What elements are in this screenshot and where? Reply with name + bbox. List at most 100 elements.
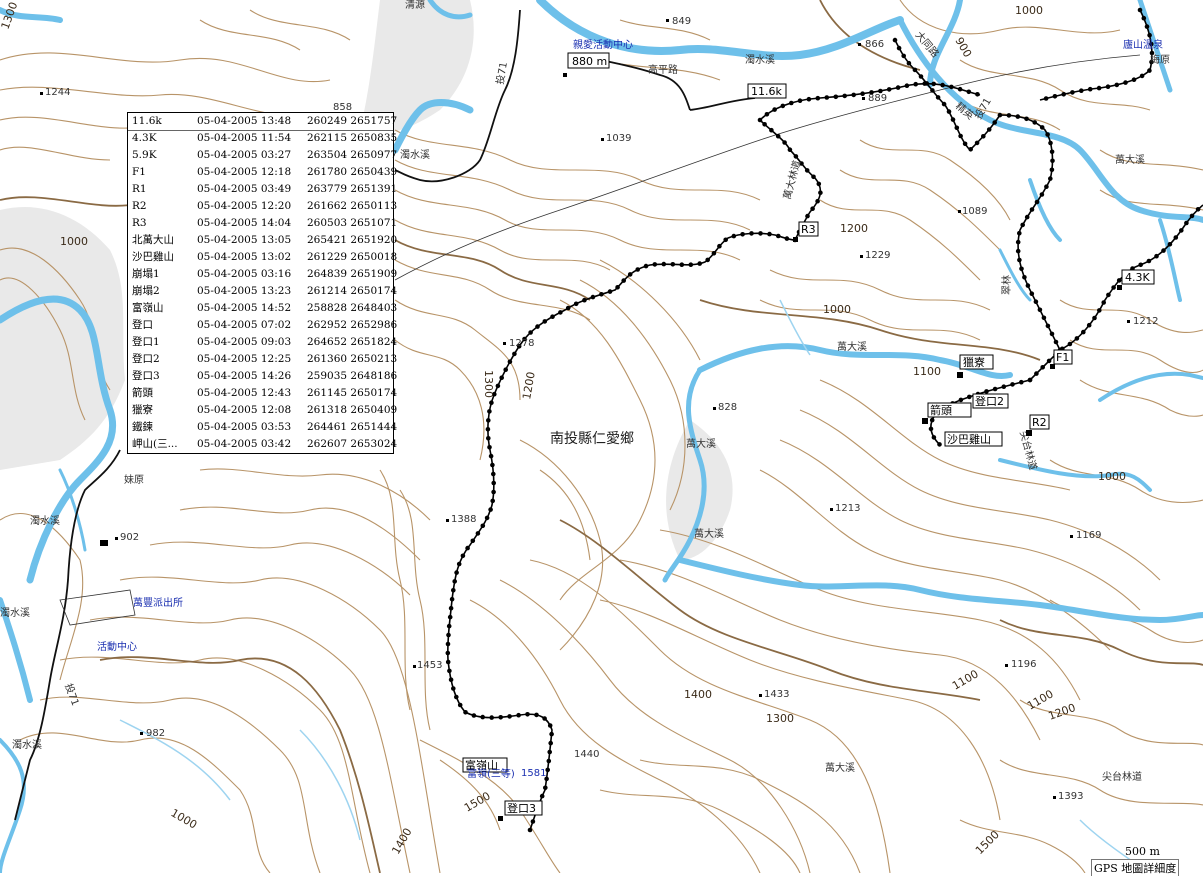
waypoint-name: 獵寮 bbox=[132, 404, 153, 416]
track-point bbox=[804, 168, 810, 173]
track-point bbox=[445, 650, 451, 656]
track-point bbox=[931, 435, 937, 440]
waypoint-880m[interactable]: 880 m bbox=[567, 52, 610, 69]
track-point bbox=[1067, 341, 1073, 347]
track-point bbox=[1019, 266, 1024, 272]
track-point bbox=[488, 507, 493, 512]
elevation-label: 1089 bbox=[962, 206, 987, 217]
waypoint-list-row[interactable]: 富嶺山 05-04-2005 14:52 258828 2648403 bbox=[128, 300, 397, 317]
track-point bbox=[1027, 377, 1033, 383]
track-point bbox=[447, 614, 453, 620]
waypoint-list-row[interactable]: 箭頭 05-04-2005 12:43 261145 2650174 bbox=[128, 385, 397, 402]
map-detail-level-label[interactable]: GPS 地圖詳細度 bbox=[1091, 859, 1180, 876]
waypoint-datetime: 05-04-2005 13:05 bbox=[197, 234, 292, 246]
waypoint-f1[interactable]: F1 bbox=[1053, 349, 1073, 365]
track-point bbox=[485, 427, 491, 432]
track-point bbox=[543, 785, 548, 791]
waypoint-list-row[interactable]: 11.6k 05-04-2005 13:48 260249 2651757 bbox=[128, 113, 397, 131]
waypoint-list-row[interactable]: 4.3K 05-04-2005 11:54 262115 2650835 bbox=[128, 130, 397, 147]
track-point bbox=[582, 297, 587, 303]
track-point bbox=[749, 231, 754, 236]
track-point bbox=[615, 285, 620, 290]
track-point bbox=[797, 98, 803, 103]
waypoint-4-3k[interactable]: 4.3K bbox=[1121, 269, 1155, 285]
waypoint-datetime: 05-04-2005 13:48 bbox=[197, 115, 292, 127]
track-point bbox=[775, 133, 781, 139]
track-point bbox=[488, 453, 494, 459]
track-point bbox=[833, 94, 839, 100]
track-point bbox=[1139, 73, 1145, 79]
svg-text:沙巴雞山: 沙巴雞山 bbox=[947, 432, 991, 446]
track-point bbox=[1040, 365, 1045, 370]
waypoint-deng-kou-3[interactable]: 登口3 bbox=[504, 800, 543, 816]
waypoint-coordinates: 261780 2650439 bbox=[307, 166, 398, 178]
waypoint-list-row[interactable]: 崩塌1 05-04-2005 03:16 264839 2651909 bbox=[128, 266, 397, 283]
track-point bbox=[1161, 248, 1166, 253]
track-point bbox=[1179, 228, 1184, 233]
waypoint-list-row[interactable]: R1 05-04-2005 03:49 263779 2651391 bbox=[128, 181, 397, 198]
waypoint-list-row[interactable]: 崩塌2 05-04-2005 13:23 261214 2650174 bbox=[128, 283, 397, 300]
track-point bbox=[1195, 207, 1201, 212]
waypoint-coordinates: 261145 2650174 bbox=[307, 387, 398, 399]
track-point bbox=[1049, 167, 1055, 173]
waypoint-r3[interactable]: R3 bbox=[798, 221, 819, 237]
waypoint-name: 登口 bbox=[132, 319, 153, 331]
waypoint-list-row[interactable]: 登口 05-04-2005 07:02 262952 2652986 bbox=[128, 317, 397, 334]
waypoint-list-row[interactable]: 岬山(三... 05-04-2005 03:42 262607 2653024 bbox=[128, 436, 397, 453]
waypoint-datetime: 05-04-2005 14:04 bbox=[197, 217, 292, 229]
track-point bbox=[451, 686, 456, 691]
waypoint-datetime: 05-04-2005 12:08 bbox=[197, 404, 292, 416]
waypoint-list-row[interactable]: 沙巴雞山 05-04-2005 13:02 261229 2650018 bbox=[128, 249, 397, 266]
track-point bbox=[1050, 158, 1055, 164]
waypoint-11-6k[interactable]: 11.6k bbox=[747, 83, 787, 99]
track-point bbox=[896, 45, 902, 51]
waypoint-datetime: 05-04-2005 03:53 bbox=[197, 421, 292, 433]
track-point bbox=[901, 53, 906, 59]
waypoint-list-row[interactable]: 登口3 05-04-2005 14:26 259035 2648186 bbox=[128, 368, 397, 385]
elevation-label: 1300 bbox=[482, 370, 495, 398]
svg-text:登口3: 登口3 bbox=[507, 801, 536, 815]
track-point bbox=[1097, 308, 1102, 313]
track-point bbox=[1106, 292, 1111, 298]
waypoint-datetime: 05-04-2005 09:03 bbox=[197, 336, 292, 348]
waypoint-list-row[interactable]: R2 05-04-2005 12:20 261662 2650113 bbox=[128, 198, 397, 215]
waypoint-list-row[interactable]: 鐵鍊 05-04-2005 03:53 264461 2651444 bbox=[128, 419, 397, 436]
track-point bbox=[1087, 86, 1093, 92]
track-point bbox=[1015, 114, 1021, 119]
waypoint-coordinates: 259035 2648186 bbox=[307, 370, 398, 382]
track-point bbox=[1081, 329, 1086, 335]
track-point bbox=[1039, 192, 1045, 197]
waypoint-list-row[interactable]: R3 05-04-2005 14:04 260503 2651071 bbox=[128, 215, 397, 232]
track-point bbox=[1147, 32, 1152, 38]
track-point bbox=[1041, 315, 1047, 321]
waypoint-list-row[interactable]: 獵寮 05-04-2005 12:08 261318 2650409 bbox=[128, 402, 397, 419]
waypoint-list-row[interactable]: F1 05-04-2005 12:18 261780 2650439 bbox=[128, 164, 397, 181]
elevation-label: 1169 bbox=[1076, 530, 1101, 541]
waypoint-list-row[interactable]: 5.9K 05-04-2005 03:27 263504 2650977 bbox=[128, 147, 397, 164]
stream-label: 濁水溪 bbox=[400, 149, 430, 161]
svg-text:R3: R3 bbox=[801, 223, 816, 236]
waypoint-list-row[interactable]: 北萬大山 05-04-2005 13:05 265421 2651920 bbox=[128, 232, 397, 249]
waypoint-name: R2 bbox=[132, 200, 147, 212]
waypoint-deng-kou-2[interactable]: 登口2 bbox=[972, 393, 1009, 409]
waypoint-list-row[interactable]: 登口2 05-04-2005 12:25 261360 2650213 bbox=[128, 351, 397, 368]
waypoint-coordinates: 260503 2651071 bbox=[307, 217, 398, 229]
stream-label: 萬大溪 bbox=[837, 340, 867, 353]
svg-text:4.3K: 4.3K bbox=[1125, 271, 1150, 284]
track-point bbox=[904, 83, 910, 88]
track-point bbox=[490, 462, 495, 468]
waypoint-list-row[interactable]: 登口1 05-04-2005 09:03 264652 2651824 bbox=[128, 334, 397, 351]
track-point bbox=[670, 262, 676, 267]
track-point bbox=[590, 294, 596, 300]
track-point bbox=[548, 740, 553, 746]
waypoint-lie-liao[interactable]: 獵寮 bbox=[959, 354, 994, 370]
waypoint-list-panel[interactable]: 11.6k 05-04-2005 13:48 260249 2651757 4.3K 0… bbox=[127, 112, 397, 454]
waypoint-r2[interactable]: R2 bbox=[1029, 414, 1050, 430]
track-point bbox=[542, 319, 548, 324]
waypoint-coordinates: 261229 2650018 bbox=[307, 251, 398, 263]
track-point bbox=[463, 710, 468, 715]
waypoint-jian-tou[interactable]: 箭頭 bbox=[927, 402, 972, 418]
waypoint-sha-ba-ji-shan[interactable]: 沙巴雞山 bbox=[944, 431, 1003, 447]
track-point bbox=[1137, 7, 1143, 13]
elevation-label: 849 bbox=[672, 16, 691, 27]
